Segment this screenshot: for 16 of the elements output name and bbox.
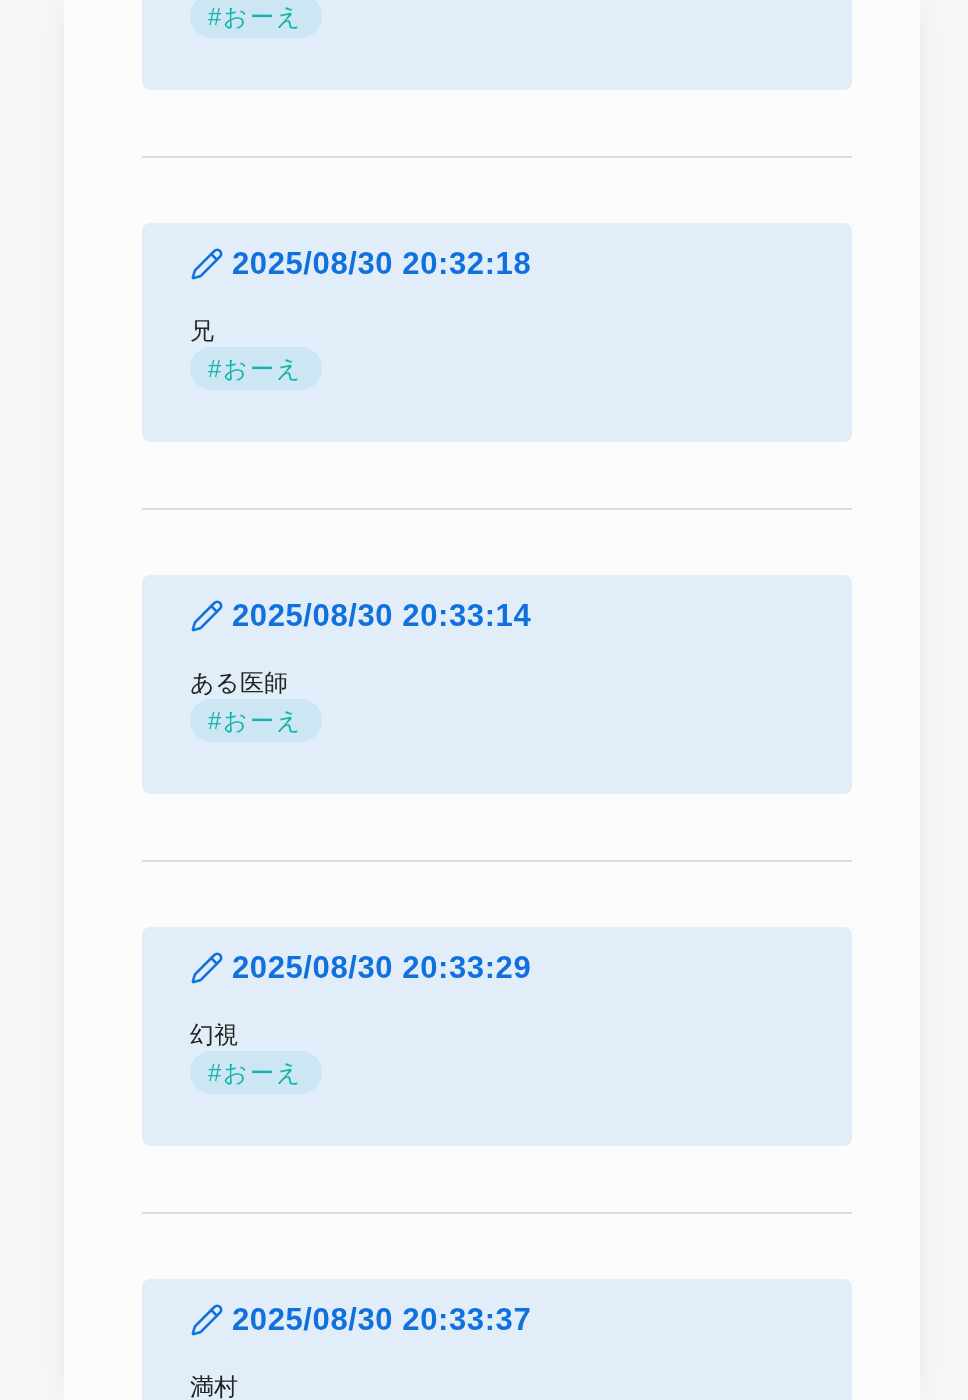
note-text: 幻視	[190, 1020, 238, 1050]
pencil-icon	[190, 599, 224, 633]
hashtag-chip[interactable]: #おーえ	[190, 699, 323, 742]
hashtag-chip[interactable]: #おーえ	[190, 0, 323, 38]
note-date: 2025/08/30 20:33:37	[232, 1303, 532, 1337]
note-text: 兄	[190, 316, 214, 346]
note-date: 2025/08/30 20:33:29	[232, 951, 532, 985]
pencil-icon	[190, 1303, 224, 1337]
pencil-icon	[190, 951, 224, 985]
note-text: 満村	[190, 1372, 238, 1400]
pencil-icon	[190, 247, 224, 281]
hashtag-chip[interactable]: #おーえ	[190, 347, 323, 390]
hashtag-chip[interactable]: #おーえ	[190, 1051, 323, 1094]
note-date: 2025/08/30 20:32:18	[232, 247, 532, 281]
note-text: ある医師	[190, 668, 288, 698]
note-date: 2025/08/30 20:33:14	[232, 599, 532, 633]
